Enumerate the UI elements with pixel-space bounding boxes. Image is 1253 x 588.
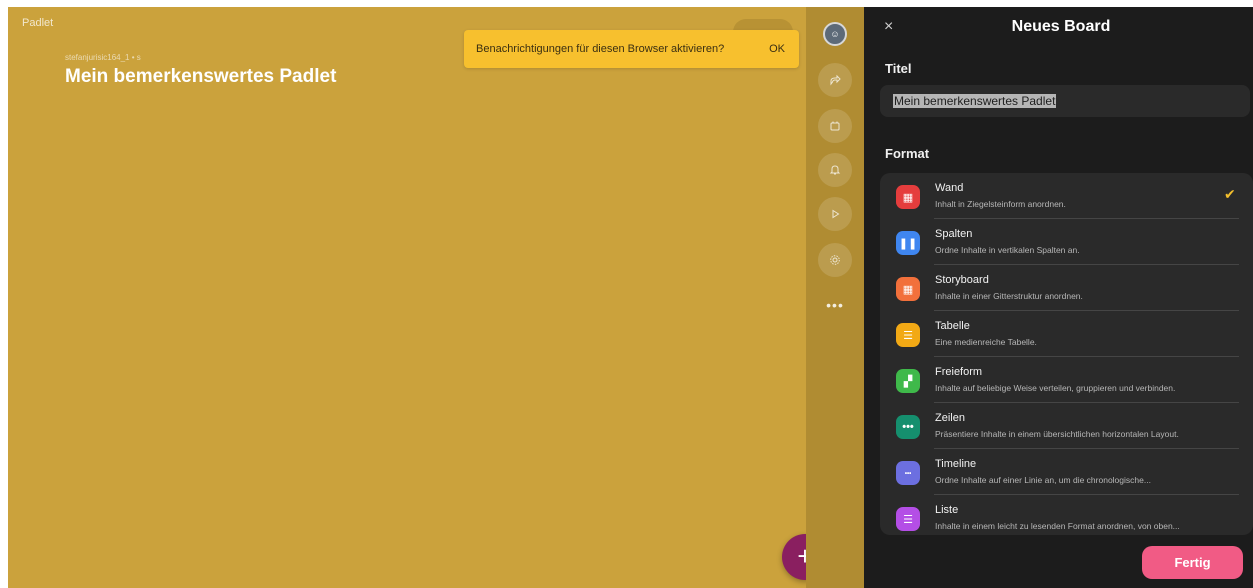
grid-icon: ▦ xyxy=(896,277,920,301)
remix-button[interactable] xyxy=(818,109,852,143)
board-canvas[interactable]: Padlet stefanjurisic164_1 • s Mein bemer… xyxy=(8,7,828,588)
padlet-app: Padlet stefanjurisic164_1 • s Mein bemer… xyxy=(0,0,1253,588)
avatar-icon: ☺ xyxy=(830,29,840,39)
format-name: Liste xyxy=(935,504,959,516)
notification-text: Benachrichtigungen für diesen Browser ak… xyxy=(476,43,725,55)
format-description: Eine medienreiche Tabelle. xyxy=(935,337,1037,347)
format-name: Zeilen xyxy=(935,412,965,424)
rows-icon: ••• xyxy=(896,415,920,439)
format-option-timeline[interactable]: ┅ Timeline Ordne Inhalte auf einer Linie a… xyxy=(880,449,1253,495)
format-name: Timeline xyxy=(935,458,977,470)
avatar[interactable]: ☺ xyxy=(823,22,847,46)
format-label: Format xyxy=(885,146,930,161)
padlet-logo[interactable]: Padlet xyxy=(22,17,53,29)
notification-ok-button[interactable]: OK xyxy=(769,43,785,55)
format-option-storyboard[interactable]: ▦ Storyboard Inhalte in einer Gitterstrukt… xyxy=(880,265,1253,311)
settings-button[interactable] xyxy=(818,243,852,277)
format-description: Inhalt in Ziegelsteinform anordnen. xyxy=(935,199,1066,209)
format-name: Tabelle xyxy=(935,320,970,332)
title-input-value[interactable]: Mein bemerkenswertes Padlet xyxy=(893,94,1057,108)
format-option-zeilen[interactable]: ••• Zeilen Präsentiere Inhalte in einem üb… xyxy=(880,403,1253,449)
panel-title: Neues Board xyxy=(1011,18,1111,35)
more-options-button[interactable]: ••• xyxy=(818,297,852,313)
more-icon: ••• xyxy=(826,297,844,313)
board-title[interactable]: Mein bemerkenswertes Padlet xyxy=(65,66,336,88)
format-name: Storyboard xyxy=(935,274,989,286)
timeline-icon: ┅ xyxy=(896,461,920,485)
format-option-freieform[interactable]: ▞ Freieform Inhalte auf beliebige Weise ve… xyxy=(880,357,1253,403)
wall-icon: ▦ xyxy=(896,185,920,209)
format-option-liste[interactable]: ☰ Liste Inhalte in einem leicht zu lesende… xyxy=(880,495,1253,535)
slideshow-icon xyxy=(832,209,840,219)
done-button[interactable]: Fertig xyxy=(1142,546,1243,579)
columns-icon: ❚❚ xyxy=(896,231,920,255)
board-author: stefanjurisic164_1 • s xyxy=(65,53,141,62)
share-button[interactable] xyxy=(818,63,852,97)
format-list: ▦ Wand Inhalt in Ziegelsteinform anordnen.… xyxy=(880,173,1253,535)
checkmark-icon: ✔ xyxy=(1224,186,1236,202)
format-description: Inhalte auf beliebige Weise verteilen, g… xyxy=(935,383,1176,393)
settings-icon xyxy=(830,255,840,265)
format-name: Freieform xyxy=(935,366,983,378)
notification-banner: Benachrichtigungen für diesen Browser ak… xyxy=(464,30,799,68)
format-option-tabelle[interactable]: ☰ Tabelle Eine medienreiche Tabelle. xyxy=(880,311,1253,357)
format-description: Inhalte in einer Gitterstruktur anordnen… xyxy=(935,291,1083,301)
format-description: Inhalte in einem leicht zu lesenden Form… xyxy=(935,521,1180,531)
tool-rail: ☺ ••• xyxy=(806,7,864,588)
canvas-icon: ▞ xyxy=(896,369,920,393)
format-description: Präsentiere Inhalte in einem übersichtli… xyxy=(935,429,1179,439)
title-label: Titel xyxy=(885,61,912,76)
share-icon xyxy=(830,74,841,86)
list-icon: ☰ xyxy=(896,507,920,531)
remix-icon xyxy=(830,121,840,131)
bell-icon xyxy=(829,165,841,175)
format-option-wand[interactable]: ▦ Wand Inhalt in Ziegelsteinform anordnen.… xyxy=(880,173,1253,219)
format-name: Wand xyxy=(935,182,964,194)
format-description: Ordne Inhalte in vertikalen Spalten an. xyxy=(935,245,1080,255)
format-description: Ordne Inhalte auf einer Linie an, um die… xyxy=(935,475,1151,485)
slideshow-button[interactable] xyxy=(818,197,852,231)
format-option-spalten[interactable]: ❚❚ Spalten Ordne Inhalte in vertikalen Spa… xyxy=(880,219,1253,265)
notifications-button[interactable] xyxy=(818,153,852,187)
table-icon: ☰ xyxy=(896,323,920,347)
new-board-panel: × Neues Board Titel Mein bemerkenswertes… xyxy=(864,7,1253,588)
format-name: Spalten xyxy=(935,228,973,240)
